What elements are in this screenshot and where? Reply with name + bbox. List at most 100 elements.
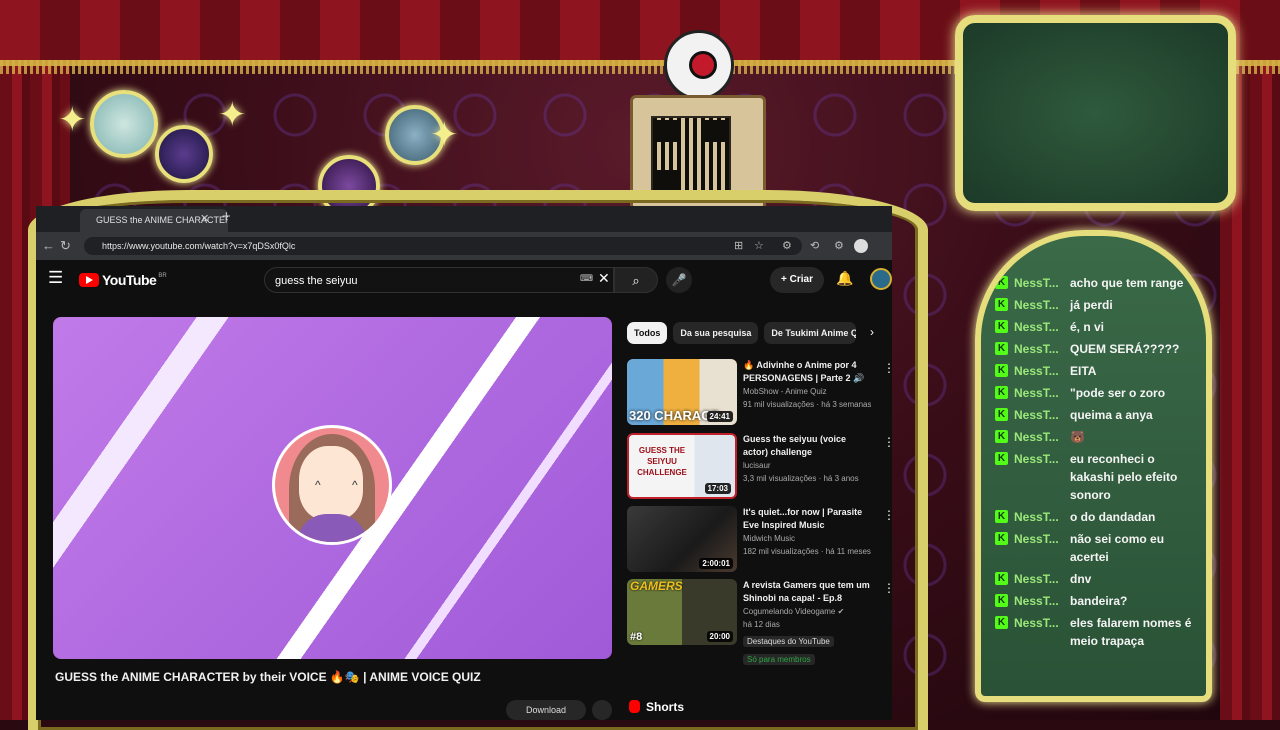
- kick-platform-icon: K: [995, 616, 1008, 629]
- chip-channel[interactable]: De Tsukimi Anime Q: [764, 322, 857, 344]
- sparkle-icon: ✦: [58, 101, 87, 139]
- voice-search-button[interactable]: 🎤: [666, 267, 692, 293]
- recommendation-item[interactable]: 2:00:01 It's quiet...for now | Parasite …: [627, 506, 892, 572]
- chat-message: K NessT... 🐻: [995, 428, 1198, 446]
- clear-search-icon[interactable]: ✕: [598, 270, 610, 287]
- chat-text: bandeira?: [1070, 594, 1128, 608]
- quiz-character-avatar: ^ ^: [272, 425, 392, 545]
- recommendation-item[interactable]: GAMERS #8 20:00 A revista Gamers que tem…: [627, 579, 892, 669]
- chat-message: K NessT... queima a anya: [995, 406, 1198, 424]
- chat-username[interactable]: NessT...: [1014, 384, 1064, 402]
- chat-username[interactable]: NessT...: [1014, 362, 1064, 380]
- recommendation-meta: 91 mil visualizações · há 3 semanas: [743, 400, 871, 409]
- youtube-logo[interactable]: YouTube BR: [79, 272, 167, 288]
- video-duration: 17:03: [704, 483, 731, 494]
- menu-icon[interactable]: ☰: [48, 268, 63, 288]
- chat-username[interactable]: NessT...: [1014, 406, 1064, 424]
- url-field[interactable]: https://www.youtube.com/watch?v=x7qDSx0f…: [84, 237, 802, 255]
- mascot-with-qr: [630, 0, 766, 211]
- video-duration: 20:00: [706, 631, 733, 642]
- chat-username[interactable]: NessT...: [1014, 318, 1064, 336]
- video-duration: 2:00:01: [699, 558, 733, 569]
- kick-platform-icon: K: [995, 572, 1008, 585]
- chip-all[interactable]: Todos: [627, 322, 668, 344]
- account-avatar[interactable]: [870, 268, 892, 290]
- chat-text: QUEM SERÁ?????: [1070, 342, 1180, 356]
- kick-platform-icon: K: [995, 320, 1008, 333]
- recommendation-meta: 182 mil visualizações · há 11 meses: [743, 547, 871, 556]
- thumbnail-text: GUESS THE SEIYUU CHALLENGE: [637, 446, 687, 477]
- close-tab-icon[interactable]: ✕: [200, 212, 209, 225]
- search-icon: ⌕: [632, 273, 640, 288]
- thumbnail-text: 320 CHARACT: [629, 408, 719, 423]
- chip-from-search[interactable]: Da sua pesquisa: [673, 322, 759, 344]
- search-button[interactable]: ⌕: [614, 267, 658, 293]
- create-button[interactable]: + Criar: [770, 267, 824, 293]
- kick-platform-icon: K: [995, 452, 1008, 465]
- history-icon[interactable]: ⟲: [810, 239, 819, 252]
- stream-chat: K NessT... acho que tem range K NessT... já p…: [975, 230, 1212, 702]
- extensions-icon[interactable]: ⚙: [782, 239, 792, 252]
- chat-username[interactable]: NessT...: [1014, 570, 1064, 588]
- kick-platform-icon: K: [995, 510, 1008, 523]
- chat-username[interactable]: NessT...: [1014, 274, 1064, 292]
- character-eyes: ^ ^: [315, 478, 372, 492]
- chat-username[interactable]: NessT...: [1014, 530, 1064, 548]
- recommendation-item[interactable]: 320 CHARACT 24:41 🔥 Adivinhe o Anime por…: [627, 359, 892, 425]
- sparkle-icon: ✦: [430, 116, 459, 154]
- more-options-icon[interactable]: ⋮: [883, 508, 892, 522]
- chat-username[interactable]: NessT...: [1014, 428, 1064, 446]
- address-bar: ← ↻ https://www.youtube.com/watch?v=x7qD…: [36, 232, 892, 260]
- more-actions-button[interactable]: [592, 700, 612, 720]
- chat-message: K NessT... não sei como eu acertei: [995, 530, 1198, 566]
- settings-icon[interactable]: ⚙: [834, 239, 844, 252]
- recommendation-item[interactable]: GUESS THE SEIYUU CHALLENGE 17:03 Guess t…: [627, 433, 892, 499]
- chat-text: EITA: [1070, 364, 1097, 378]
- chat-message: K NessT... eles falarem nomes é meio trapa…: [995, 614, 1198, 650]
- video-thumbnail: GUESS THE SEIYUU CHALLENGE 17:03: [627, 433, 737, 499]
- keyboard-icon[interactable]: ⌨: [580, 273, 593, 284]
- video-player[interactable]: ^ ^: [53, 317, 612, 659]
- install-app-icon[interactable]: ⊞: [734, 239, 743, 252]
- kick-platform-icon: K: [995, 594, 1008, 607]
- chat-message: K NessT... o do dandadan: [995, 508, 1198, 526]
- chat-text: acho que tem range: [1070, 276, 1184, 290]
- chat-username[interactable]: NessT...: [1014, 450, 1064, 468]
- members-only-badge: Só para membros: [743, 654, 815, 665]
- kick-platform-icon: K: [995, 342, 1008, 355]
- highlight-badge: Destaques do YouTube: [743, 636, 834, 647]
- qr-code: [651, 116, 731, 196]
- chat-message: K NessT... eu reconheci o kakashi pelo efe…: [995, 450, 1198, 504]
- more-options-icon[interactable]: ⋮: [883, 581, 892, 595]
- new-tab-icon[interactable]: +: [222, 208, 231, 225]
- region-code: BR: [158, 273, 167, 279]
- back-icon[interactable]: ←: [42, 238, 55, 253]
- chat-text: dnv: [1070, 572, 1092, 586]
- reload-icon[interactable]: ↻: [60, 238, 71, 254]
- chat-text: o do dandadan: [1070, 510, 1156, 524]
- chat-username[interactable]: NessT...: [1014, 296, 1064, 314]
- chat-message-list: K NessT... acho que tem range K NessT... já p…: [995, 274, 1198, 654]
- chat-message: K NessT... EITA: [995, 362, 1198, 380]
- notifications-bell-icon[interactable]: 🔔: [836, 270, 853, 287]
- recommendation-meta: 3,3 mil visualizações · há 3 anos: [743, 474, 859, 483]
- more-options-icon[interactable]: ⋮: [883, 361, 892, 375]
- chat-username[interactable]: NessT...: [1014, 592, 1064, 610]
- kick-platform-icon: K: [995, 430, 1008, 443]
- star-icon[interactable]: ☆: [754, 239, 764, 252]
- chat-username[interactable]: NessT...: [1014, 614, 1064, 632]
- chat-username[interactable]: NessT...: [1014, 340, 1064, 358]
- download-button[interactable]: Download: [506, 700, 586, 720]
- chevron-right-icon[interactable]: ›: [870, 325, 874, 339]
- more-options-icon[interactable]: ⋮: [883, 435, 892, 449]
- chat-message: K NessT... "pode ser o zoro: [995, 384, 1198, 402]
- microphone-icon: 🎤: [671, 273, 687, 287]
- video-thumbnail: GAMERS #8 20:00: [627, 579, 737, 645]
- profile-icon[interactable]: [854, 239, 868, 253]
- youtube-play-icon: [79, 273, 99, 287]
- chat-username[interactable]: NessT...: [1014, 508, 1064, 526]
- search-input[interactable]: guess the seiyuu: [264, 267, 614, 293]
- chat-message: K NessT... bandeira?: [995, 592, 1198, 610]
- chat-message: K NessT... já perdi: [995, 296, 1198, 314]
- recommendation-channel: lucisaur: [743, 461, 771, 470]
